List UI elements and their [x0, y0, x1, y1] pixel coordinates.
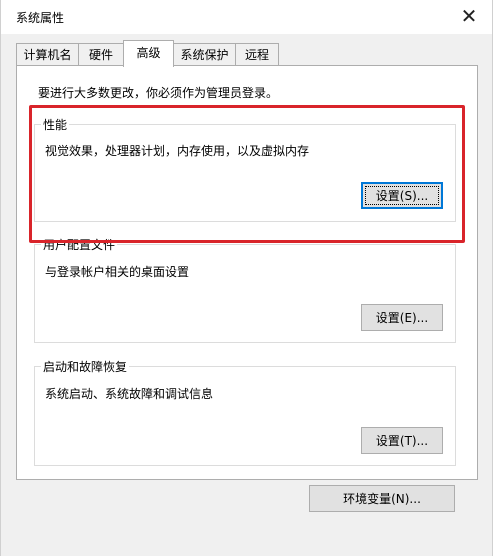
- startup-recovery-settings-label: 设置(T)...: [375, 434, 429, 448]
- title-bar: 系统属性 ✕: [1, 0, 492, 34]
- system-properties-window: 系统属性 ✕ 计算机名 硬件 高级 系统保护 远程 要进行大多数更改，你必须作为…: [0, 0, 493, 556]
- admin-note: 要进行大多数更改，你必须作为管理员登录。: [38, 86, 279, 100]
- startup-recovery-settings-button[interactable]: 设置(T)...: [361, 427, 443, 454]
- user-profiles-settings-button[interactable]: 设置(E)...: [361, 304, 443, 331]
- performance-settings-button[interactable]: 设置(S)...: [361, 182, 443, 209]
- startup-recovery-group: 启动和故障恢复 系统启动、系统故障和调试信息 设置(T)...: [34, 358, 456, 466]
- environment-variables-button[interactable]: 环境变量(N)...: [309, 485, 455, 512]
- user-profiles-description: 与登录帐户相关的桌面设置: [45, 265, 190, 279]
- startup-recovery-description: 系统启动、系统故障和调试信息: [45, 387, 214, 401]
- tab-remote[interactable]: 远程: [235, 43, 279, 65]
- performance-title: 性能: [41, 116, 70, 133]
- startup-recovery-title: 启动和故障恢复: [41, 358, 130, 375]
- window-title: 系统属性: [16, 11, 65, 25]
- tab-computer-name[interactable]: 计算机名: [16, 43, 79, 65]
- advanced-panel: 要进行大多数更改，你必须作为管理员登录。 性能 视觉效果，处理器计划，内存使用，…: [16, 65, 478, 480]
- user-profiles-settings-label: 设置(E)...: [375, 311, 429, 325]
- focus-ring: [365, 186, 439, 205]
- performance-description: 视觉效果，处理器计划，内存使用，以及虚拟内存: [45, 144, 310, 158]
- user-profiles-title: 用户配置文件: [41, 236, 118, 253]
- environment-variables-label: 环境变量(N)...: [343, 492, 421, 506]
- close-button[interactable]: ✕: [446, 0, 492, 32]
- close-icon: ✕: [460, 4, 478, 28]
- tab-hardware[interactable]: 硬件: [78, 43, 124, 65]
- tab-advanced[interactable]: 高级: [123, 40, 174, 67]
- performance-group: 性能 视觉效果，处理器计划，内存使用，以及虚拟内存 设置(S)...: [34, 116, 456, 222]
- tab-system-protection[interactable]: 系统保护: [173, 43, 236, 65]
- user-profiles-group: 用户配置文件 与登录帐户相关的桌面设置 设置(E)...: [34, 236, 456, 343]
